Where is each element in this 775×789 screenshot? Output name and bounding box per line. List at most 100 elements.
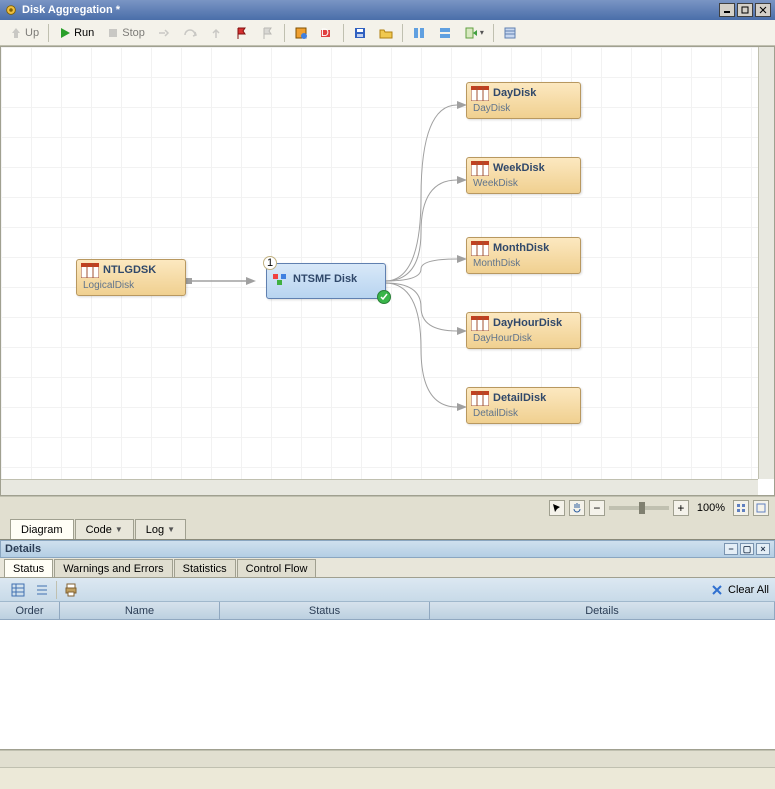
step-out-button	[204, 23, 228, 43]
edge-proc-out5	[381, 279, 471, 415]
zoom-in-button[interactable]: +	[673, 500, 689, 516]
flag-button[interactable]	[230, 23, 254, 43]
process-icon	[271, 272, 289, 287]
main-toolbar: Up Run Stop D ▾	[0, 20, 775, 46]
chevron-down-icon: ▼	[167, 525, 175, 534]
overview-button[interactable]	[753, 500, 769, 516]
details-header: Details − ▢ ×	[0, 540, 775, 558]
tab-code[interactable]: Code▼	[75, 519, 134, 539]
print-button[interactable]	[59, 580, 83, 600]
subtab-status[interactable]: Status	[4, 559, 53, 577]
layout1-icon	[412, 26, 426, 40]
diagram-canvas-wrap: NTLGDSK LogicalDisk NTSMF Disk 1 DayDisk…	[0, 46, 775, 496]
pan-tool[interactable]	[569, 500, 585, 516]
maximize-button[interactable]	[737, 3, 753, 17]
tool-a-button[interactable]	[289, 23, 313, 43]
step-button	[152, 23, 176, 43]
separator	[48, 24, 49, 42]
stop-icon	[106, 26, 120, 40]
scrollbar-horizontal[interactable]	[1, 479, 758, 495]
step-out-icon	[209, 26, 223, 40]
details-grid-body	[0, 620, 775, 750]
scrollbar-vertical[interactable]	[758, 47, 774, 479]
panel-minimize-button[interactable]: −	[724, 543, 738, 555]
tool-b-button[interactable]: D	[315, 23, 339, 43]
details-grid-header: Order Name Status Details	[0, 602, 775, 620]
node-title-text: DayHourDisk	[493, 317, 562, 329]
separator	[284, 24, 285, 42]
print-icon	[64, 583, 78, 597]
view-grid-button[interactable]	[6, 580, 30, 600]
view-tabs: Diagram Code▼ Log▼	[0, 518, 775, 540]
up-label: Up	[25, 27, 39, 39]
node-detaildisk[interactable]: DetailDisk DetailDisk	[466, 387, 581, 424]
zoom-level: 100%	[697, 502, 725, 514]
properties-button[interactable]	[498, 23, 522, 43]
close-button[interactable]	[755, 3, 771, 17]
node-ntlgdsk[interactable]: NTLGDSK LogicalDisk	[76, 259, 186, 296]
layout1-button[interactable]	[407, 23, 431, 43]
subtab-statistics[interactable]: Statistics	[174, 559, 236, 577]
node-title-text: NTLGDSK	[103, 264, 156, 276]
table-icon	[471, 241, 489, 256]
zoom-out-button[interactable]: −	[589, 500, 605, 516]
gear-icon	[4, 3, 18, 17]
node-title-text: MonthDisk	[493, 242, 549, 254]
export-button[interactable]: ▾	[459, 23, 489, 43]
edge-src-proc	[186, 276, 266, 286]
layout2-icon	[438, 26, 452, 40]
node-monthdisk[interactable]: MonthDisk MonthDisk	[466, 237, 581, 274]
up-arrow-icon	[9, 26, 23, 40]
layout2-button[interactable]	[433, 23, 457, 43]
clear-all-button[interactable]: Clear All	[710, 583, 769, 597]
details-toolbar: Clear All	[0, 578, 775, 602]
tool-a-icon	[294, 26, 308, 40]
zoom-slider[interactable]	[609, 506, 669, 510]
subtab-control-flow[interactable]: Control Flow	[237, 559, 317, 577]
subtab-warnings[interactable]: Warnings and Errors	[54, 559, 172, 577]
node-subtitle: DayHourDisk	[467, 331, 580, 348]
flag2-button	[256, 23, 280, 43]
node-weekdisk[interactable]: WeekDisk WeekDisk	[466, 157, 581, 194]
step-icon	[157, 26, 171, 40]
grid-icon	[11, 583, 25, 597]
node-subtitle: MonthDisk	[467, 256, 580, 273]
run-button[interactable]: Run	[53, 23, 99, 43]
details-tabs: Status Warnings and Errors Statistics Co…	[0, 558, 775, 578]
col-order[interactable]: Order	[0, 602, 60, 619]
fit-button[interactable]	[733, 500, 749, 516]
node-title-text: DayDisk	[493, 87, 536, 99]
tab-log[interactable]: Log▼	[135, 519, 186, 539]
tab-diagram[interactable]: Diagram	[10, 519, 74, 539]
table-icon	[81, 263, 99, 278]
col-status[interactable]: Status	[220, 602, 430, 619]
view-list-button[interactable]	[30, 580, 54, 600]
table-icon	[471, 316, 489, 331]
edge-proc-out1	[381, 97, 471, 287]
edge-proc-out3	[381, 251, 471, 287]
node-title-text: DetailDisk	[493, 392, 546, 404]
save-button[interactable]	[348, 23, 372, 43]
properties-icon	[503, 26, 517, 40]
node-subtitle: DetailDisk	[467, 406, 580, 423]
pointer-tool[interactable]	[549, 500, 565, 516]
panel-close-button[interactable]: ×	[756, 543, 770, 555]
col-details[interactable]: Details	[430, 602, 775, 619]
up-button: Up	[4, 23, 44, 43]
node-title-text: WeekDisk	[493, 162, 545, 174]
minimize-button[interactable]	[719, 3, 735, 17]
panel-restore-button[interactable]: ▢	[740, 543, 754, 555]
flag-icon	[235, 26, 249, 40]
diagram-canvas[interactable]: NTLGDSK LogicalDisk NTSMF Disk 1 DayDisk…	[1, 47, 774, 495]
node-title-text: NTSMF Disk	[293, 273, 357, 285]
node-ntsmf-disk[interactable]: NTSMF Disk 1	[266, 263, 386, 299]
edge-proc-out2	[381, 172, 471, 287]
run-label: Run	[74, 27, 94, 39]
node-subtitle: WeekDisk	[467, 176, 580, 193]
node-daydisk[interactable]: DayDisk DayDisk	[466, 82, 581, 119]
folder-button[interactable]	[374, 23, 398, 43]
svg-text:D: D	[321, 27, 329, 39]
export-icon	[464, 26, 478, 40]
node-dayhourdisk[interactable]: DayHourDisk DayHourDisk	[466, 312, 581, 349]
col-name[interactable]: Name	[60, 602, 220, 619]
